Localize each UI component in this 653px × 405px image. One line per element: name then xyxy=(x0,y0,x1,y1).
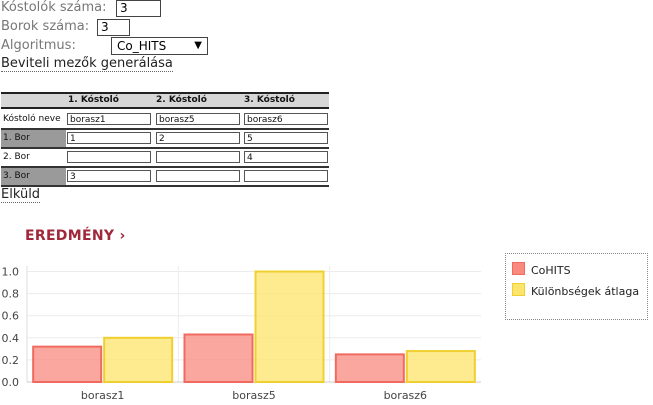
row-label: 2. Bor xyxy=(3,152,30,162)
row-label: 3. Bor xyxy=(1,168,66,185)
taster-name-input[interactable]: borasz6 xyxy=(244,113,328,125)
bar xyxy=(183,333,254,383)
tasters-count-input[interactable]: 3 xyxy=(116,0,161,17)
table-header: 1. Kóstoló 2. Kóstoló 3. Kóstoló xyxy=(1,92,329,109)
legend-swatch xyxy=(512,262,525,275)
bar xyxy=(405,350,476,383)
x-tick-label: borasz1 xyxy=(81,389,124,402)
rating-input[interactable] xyxy=(156,170,240,182)
result-title: EREDMÉNY › xyxy=(25,228,126,244)
rating-input[interactable]: 2 xyxy=(156,132,240,144)
wines-count-label: Borok száma: xyxy=(1,19,90,34)
y-tick-label: 0.0 xyxy=(2,376,20,389)
x-tick-label: borasz5 xyxy=(232,389,275,402)
tasters-count-label: Kóstolók száma: xyxy=(1,0,107,15)
row-label: 1. Bor xyxy=(1,130,66,147)
rating-input[interactable] xyxy=(67,151,151,163)
y-tick-label: 0.4 xyxy=(2,332,20,345)
algorithm-value: Co_HITS xyxy=(117,39,167,53)
y-tick-label: 0.8 xyxy=(2,288,20,301)
header-taster-1: 1. Kóstoló xyxy=(68,95,119,105)
bar xyxy=(103,336,174,383)
bar xyxy=(32,345,103,384)
taster-name-input[interactable]: borasz1 xyxy=(67,113,151,125)
table-row-names: Kóstoló neve borasz1 borasz5 borasz6 xyxy=(1,111,329,130)
row-label: Kóstoló neve xyxy=(3,114,61,124)
y-tick-label: 1.0 xyxy=(2,266,20,279)
rating-input[interactable]: 3 xyxy=(67,170,151,182)
x-tick-label: borasz6 xyxy=(384,389,427,402)
taster-name-input[interactable]: borasz5 xyxy=(156,113,240,125)
rating-input[interactable]: 4 xyxy=(244,151,328,163)
bar xyxy=(334,353,405,383)
algorithm-select[interactable]: Co_HITS ▼ xyxy=(111,37,208,55)
chart-legend: CoHITS Különbségek átlaga xyxy=(505,253,648,320)
submit-link[interactable]: Elküld xyxy=(1,188,41,203)
result-chart: 0.0 0.2 0.4 0.6 0.8 1.0 borasz1 borasz5 borasz6 xyxy=(2,266,481,402)
y-tick-label: 0.2 xyxy=(2,354,20,367)
table-row: 3. Bor 3 xyxy=(1,168,329,187)
y-tick-label: 0.6 xyxy=(2,310,20,323)
wines-count-input[interactable]: 3 xyxy=(97,19,130,36)
table-row: 1. Bor 1 2 5 xyxy=(1,130,329,149)
algorithm-label: Algoritmus: xyxy=(1,38,76,53)
legend-swatch xyxy=(512,283,525,296)
legend-label: Különbségek átlaga xyxy=(531,285,640,298)
table-row: 2. Bor 4 xyxy=(1,149,329,168)
rating-input[interactable] xyxy=(244,170,328,182)
legend-item-cohits[interactable]: CoHITS xyxy=(512,262,571,277)
rating-input[interactable] xyxy=(156,151,240,163)
rating-input[interactable]: 5 xyxy=(244,132,328,144)
bar xyxy=(254,270,325,383)
legend-label: CoHITS xyxy=(531,264,571,277)
header-taster-2: 2. Kóstoló xyxy=(156,95,207,105)
header-taster-3: 3. Kóstoló xyxy=(244,95,295,105)
rating-input[interactable]: 1 xyxy=(67,132,151,144)
legend-item-average[interactable]: Különbségek átlaga xyxy=(512,283,639,298)
dropdown-arrow-icon: ▼ xyxy=(194,40,202,51)
generate-fields-link[interactable]: Beviteli mezők generálása xyxy=(1,57,173,72)
